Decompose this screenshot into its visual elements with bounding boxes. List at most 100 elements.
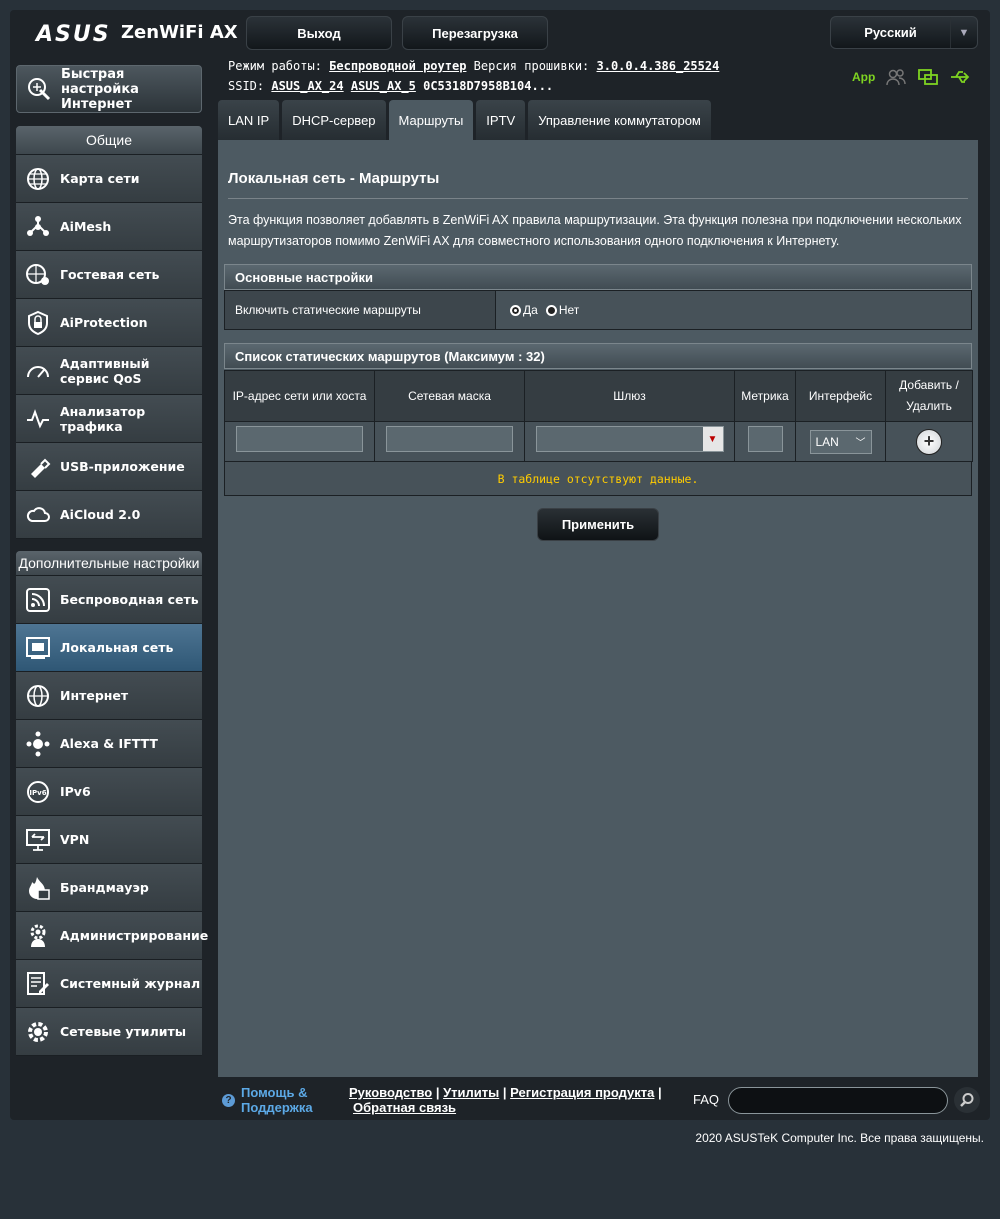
cell-ip bbox=[224, 421, 375, 462]
cell-metric bbox=[734, 421, 796, 462]
mask-input[interactable] bbox=[386, 426, 513, 452]
clients-icon[interactable] bbox=[885, 68, 907, 86]
sidebar-item-label: Адаптивный сервис QoS bbox=[60, 355, 150, 386]
col-mask: Сетевая маска bbox=[374, 370, 525, 422]
logout-button[interactable]: Выход bbox=[246, 16, 392, 50]
mesh-icon bbox=[24, 213, 52, 241]
search-icon[interactable] bbox=[954, 1087, 980, 1113]
metric-input[interactable] bbox=[747, 426, 783, 452]
mode-link[interactable]: Беспроводной роутер bbox=[329, 59, 466, 73]
tab-routes[interactable]: Маршруты bbox=[388, 100, 474, 140]
smart-home-icon bbox=[24, 730, 52, 758]
sidebar-item-label: USB-приложение bbox=[60, 459, 185, 474]
sidebar-item-aimesh[interactable]: AiMesh bbox=[16, 203, 202, 251]
sidebar-item-label: Гостевая сеть bbox=[60, 267, 160, 282]
sidebar-item-label: Анализатор трафика bbox=[60, 403, 146, 434]
quick-setup-button[interactable]: Быстрая настройка Интернет bbox=[16, 65, 202, 113]
col-gateway: Шлюз bbox=[524, 370, 735, 422]
log-icon bbox=[24, 970, 52, 998]
apply-button[interactable]: Применить bbox=[537, 508, 659, 541]
sidebar-item-network-tools[interactable]: Сетевые утилиты bbox=[16, 1008, 202, 1056]
faq-search-input[interactable] bbox=[728, 1087, 948, 1114]
link-utilities[interactable]: Утилиты bbox=[443, 1085, 499, 1100]
sidebar-item-firewall[interactable]: Брандмауэр bbox=[16, 864, 202, 912]
sidebar-item-qos[interactable]: Адаптивный сервис QoS bbox=[16, 347, 202, 395]
static-routes-options: Да Нет bbox=[496, 291, 971, 329]
sidebar-item-label: Сетевые утилиты bbox=[60, 1024, 187, 1039]
sidebar-item-wireless[interactable]: Беспроводная сеть bbox=[16, 576, 202, 624]
language-select[interactable]: Русский ▼ bbox=[830, 16, 978, 49]
sidebar-item-vpn[interactable]: VPN bbox=[16, 816, 202, 864]
asus-logo: ASUS bbox=[36, 22, 111, 47]
help-label: Помощь & Поддержка bbox=[241, 1085, 313, 1115]
sidebar-item-lan[interactable]: Локальная сеть bbox=[16, 624, 202, 672]
tab-iptv[interactable]: IPTV bbox=[476, 100, 526, 140]
ssid-label: SSID: bbox=[228, 79, 265, 93]
globe-icon bbox=[24, 165, 52, 193]
sidebar-item-ipv6[interactable]: IPv6 IPv6 bbox=[16, 768, 202, 816]
tab-switch-control[interactable]: Управление коммутатором bbox=[528, 100, 711, 140]
reboot-button[interactable]: Перезагрузка bbox=[402, 16, 548, 50]
quick-setup-label: Быстрая настройка Интернет bbox=[61, 66, 139, 112]
sidebar-item-guest-network[interactable]: Гостевая сеть bbox=[16, 251, 202, 299]
route-list-header: Список статических маршрутов (Максимум :… bbox=[224, 343, 972, 369]
help-support[interactable]: ? Помощь & Поддержка bbox=[222, 1085, 321, 1115]
sidebar-item-usb-app[interactable]: USB-приложение bbox=[16, 443, 202, 491]
ssid-24[interactable]: ASUS_AX_24 bbox=[271, 79, 343, 93]
admin-gear-icon bbox=[24, 922, 52, 950]
general-menu: Общие Карта сети AiMesh Гостевая сеть Ai… bbox=[16, 126, 202, 539]
sidebar-item-aicloud[interactable]: AiCloud 2.0 bbox=[16, 491, 202, 539]
gauge-icon bbox=[24, 357, 52, 385]
sidebar-item-label: AiMesh bbox=[60, 219, 112, 234]
faq-label: FAQ bbox=[693, 1092, 720, 1107]
usb-stick-icon bbox=[24, 453, 52, 481]
sidebar-item-traffic-analyzer[interactable]: Анализатор трафика bbox=[16, 395, 202, 443]
radio-no[interactable] bbox=[545, 304, 557, 316]
wand-icon bbox=[25, 75, 53, 103]
col-metric: Метрика bbox=[734, 370, 796, 422]
sidebar-item-internet[interactable]: Интернет bbox=[16, 672, 202, 720]
copyright: 2020 ASUSTeK Computer Inc. Все права защ… bbox=[695, 1131, 984, 1145]
sidebar-item-label: AiCloud 2.0 bbox=[60, 507, 141, 522]
link-feedback[interactable]: Обратная связь bbox=[353, 1100, 456, 1115]
page-title: Локальная сеть - Маршруты bbox=[228, 170, 440, 187]
table-row: ▼ LAN ﹀ + bbox=[224, 421, 973, 462]
fw-link[interactable]: 3.0.0.4.386_25524 bbox=[597, 59, 720, 73]
sidebar-item-network-map[interactable]: Карта сети bbox=[16, 155, 202, 203]
cloud-icon bbox=[24, 501, 52, 529]
sidebar-item-label: Карта сети bbox=[60, 171, 140, 186]
link-manual[interactable]: Руководство bbox=[349, 1085, 432, 1100]
sidebar-item-administration[interactable]: Администрирование bbox=[16, 912, 208, 960]
svg-text:IPv6: IPv6 bbox=[29, 789, 46, 797]
tab-dhcp-server[interactable]: DHCP-сервер bbox=[282, 100, 386, 140]
sidebar-item-alexa[interactable]: Alexa & IFTTT bbox=[16, 720, 202, 768]
tab-lan-ip[interactable]: LAN IP bbox=[218, 100, 280, 140]
advanced-menu: Дополнительные настройки Беспроводная се… bbox=[16, 551, 208, 1056]
radio-yes[interactable] bbox=[510, 304, 521, 316]
static-routes-row: Включить статические маршруты Да Нет bbox=[224, 290, 972, 330]
add-route-icon[interactable]: + bbox=[916, 428, 942, 455]
ip-input[interactable] bbox=[236, 426, 363, 452]
model-name: ZenWiFi AX bbox=[121, 22, 238, 43]
col-ip: IP-адрес сети или хоста bbox=[224, 370, 375, 422]
language-value: Русский bbox=[864, 25, 917, 40]
gateway-input[interactable]: ▼ bbox=[535, 426, 724, 452]
app-status[interactable]: App bbox=[852, 70, 875, 84]
sidebar-item-aiprotection[interactable]: AiProtection bbox=[16, 299, 202, 347]
advanced-header: Дополнительные настройки bbox=[16, 551, 202, 576]
col-add-delete: Добавить / Удалить bbox=[885, 370, 973, 422]
dropdown-arrow-icon[interactable]: ▼ bbox=[702, 427, 723, 451]
lan-port-icon bbox=[24, 634, 52, 662]
mode-info: Режим работы: Беспроводной роутер Версия… bbox=[228, 59, 719, 73]
col-interface: Интерфейс bbox=[795, 370, 886, 422]
cell-interface: LAN ﹀ bbox=[795, 421, 886, 462]
usb-icon[interactable] bbox=[949, 68, 971, 86]
radio-no-label: Нет bbox=[558, 303, 580, 317]
interface-select[interactable]: LAN ﹀ bbox=[809, 429, 872, 454]
network-icon[interactable] bbox=[917, 68, 939, 86]
sidebar-item-system-log[interactable]: Системный журнал bbox=[16, 960, 202, 1008]
link-register[interactable]: Регистрация продукта bbox=[510, 1085, 654, 1100]
tools-gear-icon bbox=[24, 1018, 52, 1046]
sidebar-item-label: VPN bbox=[60, 832, 90, 847]
ssid-5[interactable]: ASUS_AX_5 bbox=[351, 79, 416, 93]
